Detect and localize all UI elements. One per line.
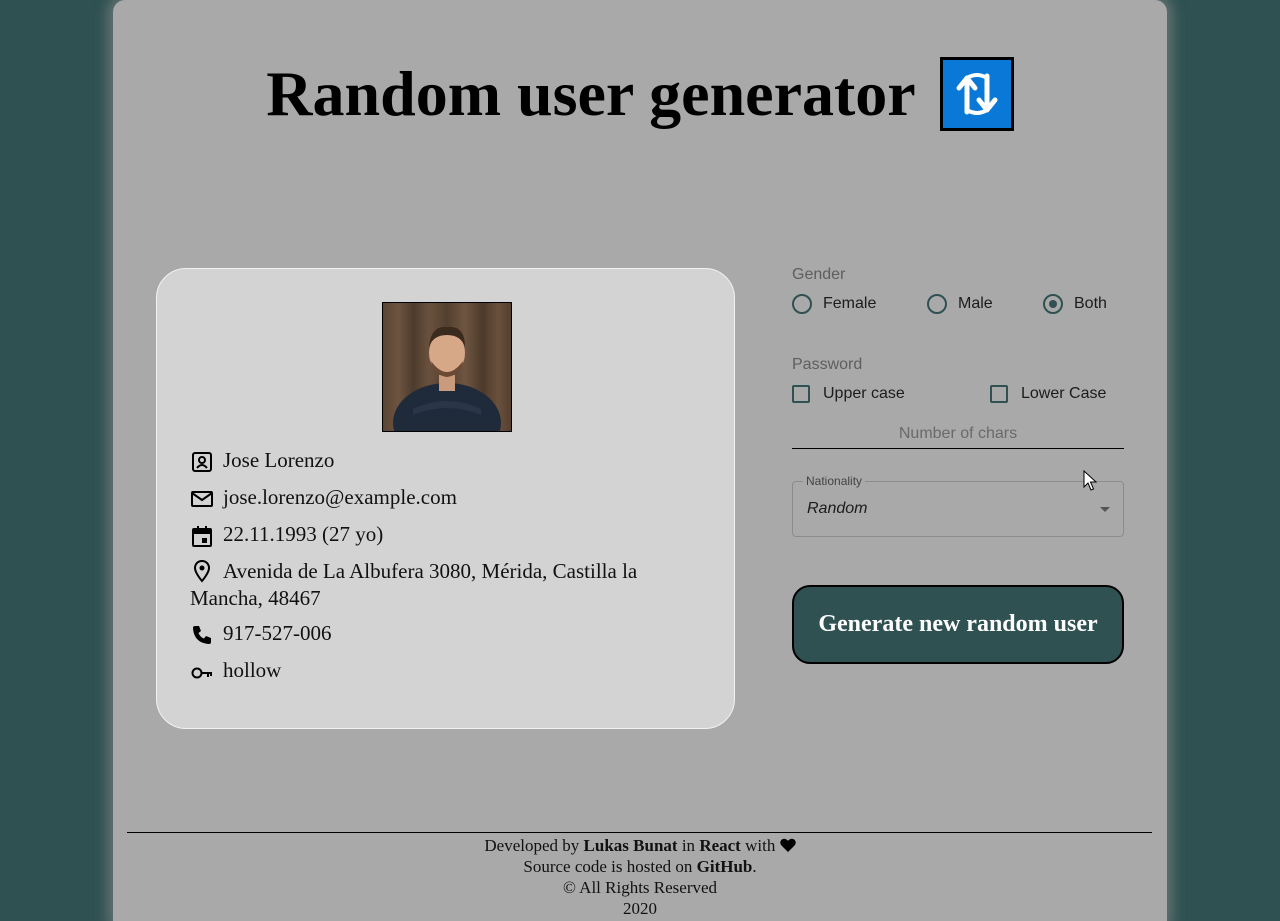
number-of-chars-input[interactable] [792,420,1124,449]
calendar-icon [192,526,212,547]
footer: Developed by Lukas Bunat in React with S… [113,835,1167,919]
user-name-row: Jose Lorenzo [190,447,334,474]
checkbox-lowercase[interactable] [990,385,1008,403]
avatar [382,302,512,432]
page-title: Random user generator [266,58,916,129]
radio-female[interactable] [792,294,812,314]
user-password-row: hollow [190,657,281,684]
gender-label: Gender [792,266,846,283]
user-phone: 917-527-006 [223,621,332,645]
checkbox-uppercase[interactable] [792,385,810,403]
refresh-arrows-icon [939,57,1014,131]
dropdown-arrow-icon [1100,507,1110,512]
password-label: Password [792,356,863,373]
gender-option-female[interactable]: Female [792,294,876,314]
lowercase-label: Lower Case [1021,385,1107,402]
user-password: hollow [223,658,282,682]
nationality-select[interactable]: Nationality Random [792,474,1124,537]
user-card: Jose Lorenzo jose.lorenzo@example.com 22… [156,268,735,729]
key-icon [191,667,212,679]
user-address-row: Avenida de La Albufera 3080, Mérida, Cas… [190,558,710,612]
footer-in: in [681,836,696,855]
page-container: Random user generator Jose Lorenzo jose.… [113,0,1167,921]
nationality-label: Nationality [803,474,866,488]
user-address: Avenida de La Albufera 3080, Mérida, Cas… [190,559,638,610]
footer-source-prefix: Source code is hosted on [523,857,693,876]
mail-icon [191,491,213,507]
gender-option-male[interactable]: Male [927,294,993,314]
footer-divider [127,832,1152,833]
footer-with: with [745,836,776,855]
footer-framework: React [699,836,741,855]
radio-male[interactable] [927,294,947,314]
footer-rights: © All Rights Reserved [562,878,718,897]
gender-female-label: Female [823,295,877,312]
user-birthday-row: 22.11.1993 (27 yo) [190,521,383,548]
user-birthday: 22.11.1993 (27 yo) [223,522,384,546]
footer-source: Source code is hosted on GitHub. [523,857,757,876]
github-link[interactable]: GitHub [697,857,753,876]
phone-icon [193,626,211,644]
nationality-value: Random [807,500,868,517]
password-option-lowercase[interactable]: Lower Case [990,385,1106,403]
location-pin-icon [193,559,211,583]
generate-button[interactable]: Generate new random user [792,585,1124,664]
contact-card-icon [192,452,212,472]
user-email-row: jose.lorenzo@example.com [190,484,457,511]
footer-author: Lukas Bunat [583,836,678,855]
header: Random user generator [113,56,1167,132]
heart-icon [779,838,796,852]
password-option-uppercase[interactable]: Upper case [792,385,905,403]
user-email: jose.lorenzo@example.com [223,485,457,509]
user-phone-row: 917-527-006 [190,620,332,647]
gender-both-label: Both [1074,295,1107,312]
gender-option-both[interactable]: Both [1043,294,1107,314]
footer-developed-by: Developed by [484,836,580,855]
radio-both[interactable] [1043,294,1063,314]
user-name: Jose Lorenzo [223,448,335,472]
footer-credits: Developed by Lukas Bunat in React with [113,835,1167,856]
footer-year: 2020 [623,899,657,918]
uppercase-label: Upper case [823,385,905,402]
gender-male-label: Male [958,295,993,312]
mouse-cursor-icon [1083,470,1097,491]
